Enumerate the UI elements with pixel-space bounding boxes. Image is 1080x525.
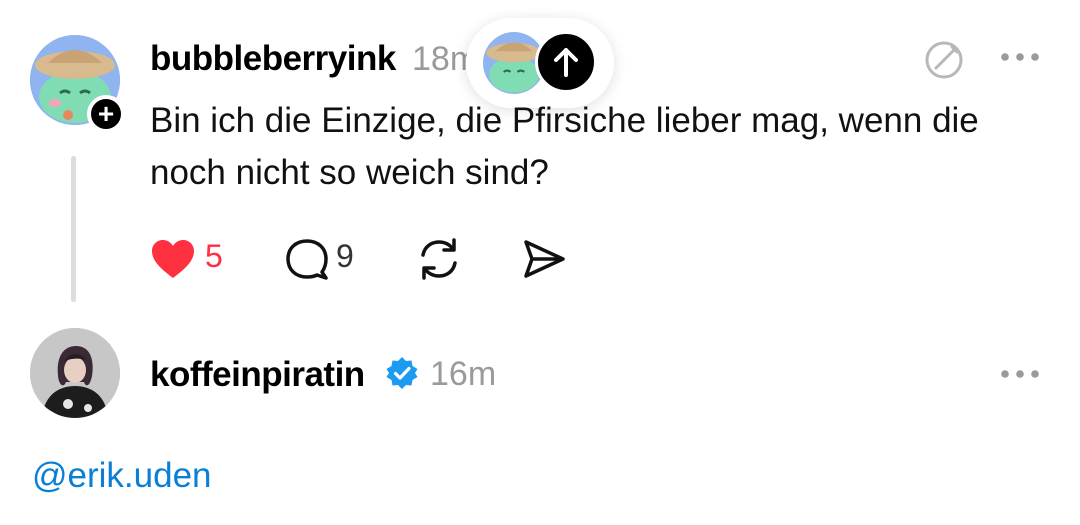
send-icon[interactable] <box>521 236 567 282</box>
more-options-icon[interactable] <box>998 362 1042 386</box>
repost-icon[interactable] <box>414 234 464 284</box>
edit-icon[interactable] <box>921 37 967 83</box>
post-timestamp: 16m <box>430 355 497 393</box>
comment-icon[interactable] <box>283 236 331 282</box>
post-text: Bin ich die Einzige, die Pfirsiche liebe… <box>150 101 979 192</box>
woman-avatar-illustration <box>30 328 120 418</box>
comment-count: 9 <box>336 238 354 274</box>
more-options-icon[interactable] <box>998 45 1042 69</box>
post-username[interactable]: bubbleberryink <box>150 39 396 79</box>
verified-badge-icon <box>386 357 418 389</box>
scroll-to-new-button[interactable] <box>535 31 597 93</box>
thread-line <box>71 156 76 302</box>
heart-icon[interactable] <box>149 236 197 282</box>
post-timestamp: 18m <box>412 40 470 78</box>
post-username[interactable]: koffeinpiratin <box>150 355 365 395</box>
avatar-koffeinpiratin[interactable] <box>30 328 120 418</box>
follow-button[interactable]: + <box>87 95 125 133</box>
like-count: 5 <box>205 238 223 274</box>
plus-icon: + <box>97 98 115 129</box>
mention-link[interactable]: @erik.uden <box>32 456 212 496</box>
arrow-up-icon <box>554 48 578 77</box>
